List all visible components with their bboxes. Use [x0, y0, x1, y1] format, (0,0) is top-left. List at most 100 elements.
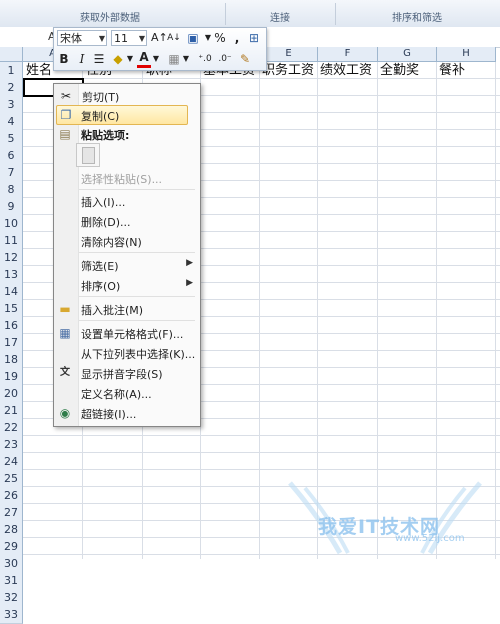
increase-decimal-icon[interactable]: ⁺.0 [196, 50, 214, 68]
chevron-down-icon[interactable]: ▼ [152, 50, 160, 68]
menu-item-insert-comment[interactable]: ▬ 插入批注(M) [53, 299, 199, 319]
row-header[interactable]: 33 [0, 606, 23, 624]
menu-item-pick-from-list[interactable]: 从下拉列表中选择(K)... [53, 343, 199, 363]
menu-separator [79, 296, 195, 297]
chevron-right-icon: ▶ [186, 258, 193, 268]
ribbon-group-connections: 连接 [270, 13, 290, 24]
row-header[interactable]: 27 [0, 504, 23, 522]
row-header[interactable]: 4 [0, 113, 23, 131]
borders-icon[interactable]: ▦ [166, 50, 182, 68]
cell-a1[interactable]: 姓名 [26, 62, 52, 79]
cell-h1[interactable]: 餐补 [439, 62, 465, 79]
column-header-e[interactable]: E [260, 47, 318, 62]
comma-style-button[interactable]: , [232, 29, 242, 47]
row-header[interactable]: 1 [0, 62, 23, 80]
clipboard-icon [82, 147, 95, 164]
menu-item-filter[interactable]: 筛选(E) ▶ [53, 255, 199, 275]
bold-button[interactable]: B [57, 50, 71, 68]
increase-font-icon[interactable]: A↑ [151, 29, 168, 47]
menu-item-insert[interactable]: 插入(I)... [53, 191, 199, 211]
chevron-down-icon[interactable]: ▼ [204, 29, 212, 47]
row-header[interactable]: 31 [0, 572, 23, 590]
menu-item-phonetic[interactable]: 文 显示拼音字段(S) [53, 363, 199, 383]
row-header[interactable]: 20 [0, 385, 23, 403]
row-header[interactable]: 16 [0, 317, 23, 335]
currency-format-icon[interactable]: ▣ [184, 29, 202, 47]
row-header[interactable]: 28 [0, 521, 23, 539]
menu-separator [79, 189, 195, 190]
chevron-down-icon[interactable]: ▼ [182, 50, 190, 68]
row-header[interactable]: 7 [0, 164, 23, 182]
row-header[interactable]: 32 [0, 589, 23, 607]
font-name-box[interactable]: 宋体 ▼ [57, 30, 107, 46]
row-header[interactable]: 3 [0, 96, 23, 114]
row-header[interactable]: 10 [0, 215, 23, 233]
row-header[interactable]: 13 [0, 266, 23, 284]
select-all-corner[interactable] [0, 47, 23, 62]
row-header[interactable]: 21 [0, 402, 23, 420]
font-size-box[interactable]: 11 ▼ [111, 30, 147, 46]
menu-item-delete[interactable]: 删除(D)... [53, 211, 199, 231]
row-header[interactable]: 12 [0, 249, 23, 267]
menu-item-hyperlink[interactable]: ◉ 超链接(I)... [53, 403, 199, 423]
mini-toolbar: 宋体 ▼ 11 ▼ A↑ A↓ ▣ ▼ % , ⊞ B I ☰ ◆ ▼ A ▼ … [53, 27, 267, 71]
menu-separator [79, 320, 195, 321]
chevron-down-icon[interactable]: ▼ [126, 50, 134, 68]
row-header[interactable]: 17 [0, 334, 23, 352]
italic-button[interactable]: I [75, 50, 89, 68]
ribbon-separator [335, 3, 336, 25]
menu-item-label: 超链接(I)... [81, 408, 137, 421]
row-header[interactable]: 19 [0, 368, 23, 386]
decrease-font-icon[interactable]: A↓ [167, 29, 181, 47]
row-header[interactable]: 8 [0, 181, 23, 199]
cell-f1[interactable]: 绩效工资 [320, 62, 372, 79]
row-header[interactable]: 5 [0, 130, 23, 148]
menu-item-format-cells[interactable]: ▦ 设置单元格格式(F)... [53, 323, 199, 343]
font-size-value: 11 [114, 32, 128, 45]
scissors-icon: ✂ [60, 89, 72, 103]
font-name-value: 宋体 [60, 32, 82, 45]
menu-item-paste-special[interactable]: 选择性粘贴(S)... [53, 168, 199, 188]
format-painter-icon[interactable]: ⊞ [246, 29, 262, 47]
menu-item-define-name[interactable]: 定义名称(A)... [53, 383, 199, 403]
row-header[interactable]: 26 [0, 487, 23, 505]
row-header[interactable]: 23 [0, 436, 23, 454]
row-header[interactable]: 14 [0, 283, 23, 301]
paintbrush-icon[interactable]: ✎ [237, 50, 253, 68]
ribbon-group-get-external-data: 获取外部数据 [80, 13, 140, 24]
paste-options-heading: 粘贴选项: [81, 129, 130, 142]
row-header[interactable]: 6 [0, 147, 23, 165]
row-header[interactable]: 11 [0, 232, 23, 250]
menu-item-label: 定义名称(A)... [81, 388, 152, 401]
clipboard-icon: ▤ [59, 127, 71, 141]
menu-item-label: 剪切(T) [82, 91, 120, 104]
row-header[interactable]: 30 [0, 555, 23, 573]
row-header[interactable]: 29 [0, 538, 23, 556]
row-header[interactable]: 25 [0, 470, 23, 488]
align-center-icon[interactable]: ☰ [92, 50, 106, 68]
font-color-button[interactable]: A [137, 50, 151, 68]
menu-item-copy[interactable]: ❐ 复制(C) [56, 105, 188, 125]
row-header[interactable]: 15 [0, 300, 23, 318]
cell-g1[interactable]: 全勤奖 [380, 62, 419, 79]
row-header[interactable]: 22 [0, 419, 23, 437]
menu-item-clear-contents[interactable]: 清除内容(N) [53, 231, 199, 251]
menu-item-label: 插入批注(M) [81, 304, 144, 317]
column-header-h[interactable]: H [437, 47, 496, 62]
menu-item-sort[interactable]: 排序(O) ▶ [53, 275, 199, 295]
column-header-f[interactable]: F [318, 47, 378, 62]
globe-link-icon: ◉ [59, 406, 71, 420]
row-header[interactable]: 24 [0, 453, 23, 471]
percent-style-button[interactable]: % [214, 29, 226, 47]
row-header[interactable]: 9 [0, 198, 23, 216]
row-header[interactable]: 2 [0, 79, 23, 97]
paste-option-button[interactable] [76, 143, 100, 167]
decrease-decimal-icon[interactable]: .0⁻ [216, 50, 234, 68]
row-header[interactable]: 18 [0, 351, 23, 369]
column-header-g[interactable]: G [378, 47, 437, 62]
fill-color-icon[interactable]: ◆ [110, 50, 126, 68]
cell-e1[interactable]: 职务工资 [262, 62, 314, 79]
menu-item-label: 显示拼音字段(S) [81, 368, 163, 381]
menu-item-cut[interactable]: ✂ 剪切(T) [54, 86, 200, 106]
menu-item-label: 复制(C) [81, 110, 120, 123]
